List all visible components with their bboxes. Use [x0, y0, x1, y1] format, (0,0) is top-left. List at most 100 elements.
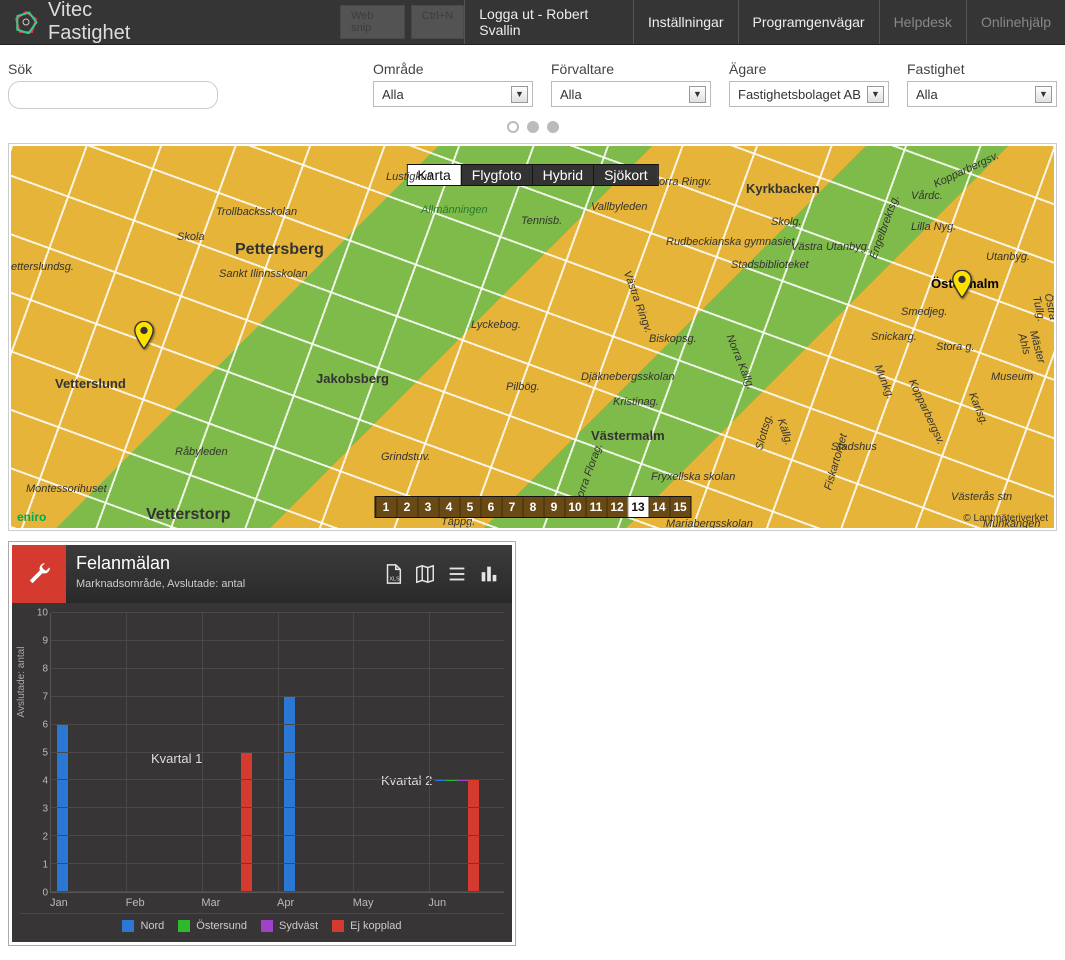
legend-label: Östersund — [196, 920, 247, 932]
zoom-level-14[interactable]: 14 — [648, 497, 669, 517]
zoom-level-4[interactable]: 4 — [438, 497, 459, 517]
map-poi-label: Mariabergsskolan — [666, 518, 753, 528]
legend-item[interactable]: Sydväst — [261, 920, 318, 932]
zoom-level-7[interactable]: 7 — [501, 497, 522, 517]
fastighet-value: Alla — [916, 87, 938, 102]
omrade-label: Område — [373, 61, 533, 77]
map-poi-label: Östra Tullg. — [1030, 292, 1054, 323]
map-poi-label: Engelbrektsg. — [867, 193, 901, 260]
search-group: Sök — [8, 61, 218, 109]
svg-text:XLS: XLS — [389, 576, 400, 582]
y-tick: 2 — [42, 832, 48, 843]
map-type-hybrid[interactable]: Hybrid — [532, 165, 593, 185]
ghost-button-2[interactable]: Ctrl+N — [411, 5, 464, 39]
logout-link[interactable]: Logga ut - Robert Svallin — [464, 0, 633, 44]
settings-link[interactable]: Inställningar — [633, 0, 738, 44]
forvaltare-group: Förvaltare Alla ▼ — [551, 61, 711, 107]
omrade-group: Område Alla ▼ — [373, 61, 533, 107]
forvaltare-label: Förvaltare — [551, 61, 711, 77]
forvaltare-select[interactable]: Alla ▼ — [551, 81, 711, 107]
map-pin-icon[interactable] — [133, 321, 155, 349]
search-label: Sök — [8, 61, 218, 77]
map-poi-label: Norra Källg. — [724, 333, 757, 391]
map-pin-icon[interactable] — [951, 270, 973, 298]
map-poi-label: Kopparbergsv. — [932, 150, 1001, 191]
ghost-button-group: Web snip Ctrl+N — [340, 5, 464, 39]
map-poi-label: Sankt Ilinnsskolan — [219, 268, 308, 280]
zoom-level-10[interactable]: 10 — [564, 497, 585, 517]
page-dot-2[interactable] — [527, 121, 539, 133]
chart-view-icon[interactable] — [478, 563, 500, 585]
map-poi-label: Skola — [177, 231, 205, 243]
map-poi-label: Lyckebog. — [471, 319, 521, 331]
map-poi-label: Rudbeckianska gymnasiet — [666, 236, 794, 248]
x-label: May — [353, 893, 429, 909]
export-xls-icon[interactable]: XLS — [382, 563, 404, 585]
chart-container: Avslutade: antal 012345678910 Kvartal 1 … — [12, 603, 512, 942]
widget-subtitle: Marknadsområde, Avslutade: antal — [76, 578, 360, 590]
map[interactable]: KartaFlygfotoHybridSjökort Pettersberg J… — [11, 146, 1054, 528]
zoom-level-6[interactable]: 6 — [480, 497, 501, 517]
zoom-level-8[interactable]: 8 — [522, 497, 543, 517]
map-poi-label: Karlsg. — [966, 391, 990, 427]
map-poi-label: Fryxellska skolan — [651, 471, 735, 483]
map-view-icon[interactable] — [414, 563, 436, 585]
helpdesk-link[interactable]: Helpdesk — [879, 0, 966, 44]
zoom-level-5[interactable]: 5 — [459, 497, 480, 517]
zoom-level-3[interactable]: 3 — [417, 497, 438, 517]
zoom-level-13[interactable]: 13 — [627, 497, 648, 517]
omrade-value: Alla — [382, 87, 404, 102]
map-poi-label: Fiskartorget — [822, 432, 850, 491]
search-input[interactable] — [8, 81, 218, 109]
map-frame: KartaFlygfotoHybridSjökort Pettersberg J… — [8, 143, 1057, 531]
ghost-button-1[interactable]: Web snip — [340, 5, 405, 39]
brand: Vitec Fastighet — [0, 0, 190, 44]
list-view-icon[interactable] — [446, 563, 468, 585]
bar — [241, 752, 252, 892]
map-poi-label: Mäster Ahls — [1015, 329, 1049, 377]
map-type-sjökort[interactable]: Sjökort — [593, 165, 658, 185]
map-poi-label: Råbyleden — [175, 446, 228, 458]
map-poi-label: Montessorihuset — [26, 483, 107, 495]
map-type-flygfoto[interactable]: Flygfoto — [461, 165, 532, 185]
legend-label: Nord — [140, 920, 164, 932]
zoom-level-12[interactable]: 12 — [606, 497, 627, 517]
map-poi-label: Trollbacksskolan — [216, 206, 297, 218]
widget-header: Felanmälan Marknadsområde, Avslutade: an… — [12, 545, 512, 603]
chevron-down-icon: ▼ — [1035, 86, 1052, 103]
legend-item[interactable]: Nord — [122, 920, 164, 932]
legend-label: Sydväst — [279, 920, 318, 932]
bar-group-mar — [208, 752, 252, 892]
agare-value: Fastighetsbolaget AB — [738, 87, 861, 102]
y-tick: 3 — [42, 804, 48, 815]
zoom-level-1[interactable]: 1 — [375, 497, 396, 517]
omrade-select[interactable]: Alla ▼ — [373, 81, 533, 107]
fastighet-select[interactable]: Alla ▼ — [907, 81, 1057, 107]
onlinehelp-link[interactable]: Onlinehjälp — [966, 0, 1065, 44]
page-dot-1[interactable] — [507, 121, 519, 133]
zoom-level-15[interactable]: 15 — [669, 497, 690, 517]
map-poi-label: Utanbyg. — [986, 251, 1030, 263]
legend-item[interactable]: Östersund — [178, 920, 247, 932]
zoom-level-11[interactable]: 11 — [585, 497, 606, 517]
map-area-label: Jakobsberg — [316, 371, 389, 386]
shortcuts-link[interactable]: Programgenvägar — [738, 0, 879, 44]
page-dot-3[interactable] — [547, 121, 559, 133]
legend-item[interactable]: Ej kopplad — [332, 920, 401, 932]
zoom-level-2[interactable]: 2 — [396, 497, 417, 517]
legend-swatch — [178, 920, 190, 932]
zoom-level-strip: 123456789101112131415 — [374, 496, 691, 518]
agare-select[interactable]: Fastighetsbolaget AB ▼ — [729, 81, 889, 107]
wrench-icon — [12, 545, 66, 603]
map-area-label: Vetterslund — [55, 376, 126, 391]
map-poi-label: Grindstuv. — [381, 451, 430, 463]
map-poi-label: Kristinag. — [613, 396, 659, 408]
chevron-down-icon: ▼ — [511, 86, 528, 103]
map-type-switcher: KartaFlygfotoHybridSjökort — [406, 164, 658, 186]
chart-plot: Kvartal 1 Kvartal 2 — [50, 613, 504, 893]
legend-swatch — [261, 920, 273, 932]
zoom-level-9[interactable]: 9 — [543, 497, 564, 517]
logo-icon — [14, 10, 38, 34]
map-poi-label: Lilla Nyg. — [911, 221, 956, 233]
y-axis: Avslutade: antal 012345678910 — [20, 613, 50, 893]
